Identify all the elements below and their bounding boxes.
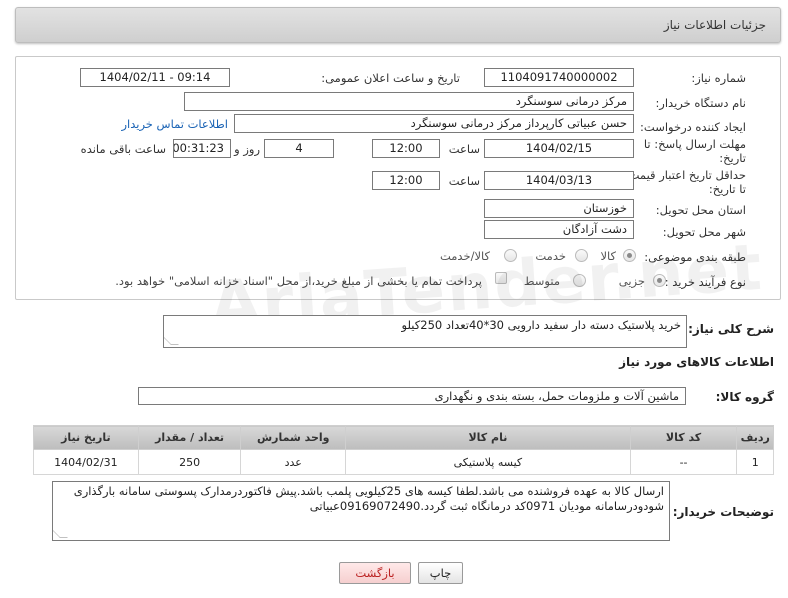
city-field[interactable]: دشت آزادگان: [484, 220, 634, 239]
col-name: نام کالا: [345, 425, 631, 450]
category-label: طبقه بندی موضوعی:: [644, 250, 746, 264]
print-button[interactable]: چاپ: [418, 562, 463, 584]
resize-handle-icon[interactable]: [164, 337, 179, 345]
creator-field[interactable]: حسن عبیاتی کارپرداز مرکز درمانی سوسنگرد: [234, 114, 634, 133]
validity-date-field[interactable]: 1404/03/13: [484, 171, 634, 190]
announce-label: تاریخ و ساعت اعلان عمومی:: [321, 71, 460, 85]
treasury-payment-checkbox[interactable]: [495, 272, 507, 284]
cell-row: 1: [736, 449, 774, 475]
validity-time-label: ساعت: [448, 174, 480, 188]
page-title: جزئیات اطلاعات نیاز: [663, 18, 766, 32]
buyer-notes-textarea[interactable]: ارسال کالا به عهده فروشنده می باشد.لطفا …: [52, 481, 670, 541]
col-code: کد کالا: [629, 425, 738, 450]
city-label: شهر محل تحویل:: [662, 225, 746, 239]
buyer-org-field[interactable]: مرکز درمانی سوسنگرد: [184, 92, 634, 111]
description-label: شرح کلی نیاز:: [688, 322, 774, 336]
category-option-service: خدمت: [535, 249, 566, 263]
goods-group-label: گروه کالا:: [715, 390, 774, 404]
goods-group-field[interactable]: ماشین آلات و ملزومات حمل، بسته بندی و نگ…: [138, 387, 686, 405]
process-radio-medium[interactable]: [573, 274, 586, 287]
buyer-contact-link[interactable]: اطلاعات تماس خریدار: [121, 117, 228, 131]
buyer-notes-label: توضیحات خریدار:: [672, 505, 774, 519]
process-radio-minor[interactable]: [653, 274, 666, 287]
province-label: استان محل تحویل:: [655, 203, 746, 217]
back-button[interactable]: بازگشت: [339, 562, 411, 584]
goods-section-title: اطلاعات کالاهای مورد نیاز: [619, 355, 774, 369]
treasury-payment-note: پرداخت تمام یا بخشی از مبلغ خرید،از محل …: [115, 274, 482, 288]
category-option-goods-service: کالا/خدمت: [439, 249, 490, 263]
category-radio-service[interactable]: [575, 249, 588, 262]
buyer-org-label: نام دستگاه خریدار:: [655, 96, 746, 110]
need-number-field[interactable]: 1104091740000002: [484, 68, 634, 87]
remaining-time-field[interactable]: 00:31:23: [173, 139, 231, 158]
need-number-label: شماره نیاز:: [691, 71, 746, 85]
cell-unit: عدد: [240, 449, 347, 475]
cell-code: --: [629, 449, 738, 475]
resize-handle-icon[interactable]: [53, 530, 68, 538]
category-radio-goods-service[interactable]: [504, 249, 517, 262]
days-remaining-field[interactable]: 4: [264, 139, 334, 158]
goods-table: ردیف کد کالا نام کالا واحد شمارش تعداد /…: [33, 425, 774, 475]
page-header: جزئیات اطلاعات نیاز: [15, 7, 781, 43]
province-field[interactable]: خوزستان: [484, 199, 634, 218]
col-unit: واحد شمارش: [240, 425, 347, 450]
category-radio-goods[interactable]: [623, 249, 636, 262]
announce-datetime-field[interactable]: 1404/02/11 - 09:14: [80, 68, 230, 87]
col-date: تاریخ نیاز: [33, 425, 139, 450]
deadline-label: مهلت ارسال پاسخ: تا: [643, 137, 746, 151]
process-option-minor: جزیی: [618, 274, 645, 288]
validity-label-date: تا تاریخ:: [708, 182, 746, 196]
validity-time-field[interactable]: 12:00: [372, 171, 440, 190]
table-row[interactable]: 1 -- کیسه پلاستیکی عدد 250 1404/02/31: [33, 449, 774, 475]
description-text: خرید پلاستیک دسته دار سفید دارویی 30*40ت…: [401, 318, 681, 332]
process-option-medium: متوسط: [523, 274, 560, 288]
deadline-label-date: تاریخ:: [719, 151, 746, 165]
remaining-time-label: ساعت باقی مانده: [80, 142, 166, 156]
col-qty: تعداد / مقدار: [137, 425, 242, 450]
cell-name: کیسه پلاستیکی: [345, 449, 631, 475]
deadline-time-label: ساعت: [448, 142, 480, 156]
creator-label: ایجاد کننده درخواست:: [640, 120, 746, 134]
deadline-time-field[interactable]: 12:00: [372, 139, 440, 158]
goods-table-header: ردیف کد کالا نام کالا واحد شمارش تعداد /…: [33, 425, 774, 450]
category-option-goods: کالا: [600, 249, 616, 263]
days-label: روز و: [234, 142, 260, 156]
col-row: ردیف: [736, 425, 774, 450]
process-label: نوع فرآیند خرید :: [664, 275, 746, 289]
cell-qty: 250: [137, 449, 242, 475]
validity-label: حداقل تاریخ اعتبار قیمت:: [624, 168, 746, 182]
cell-date: 1404/02/31: [33, 449, 139, 475]
buyer-notes-text: ارسال کالا به عهده فروشنده می باشد.لطفا …: [73, 484, 664, 513]
deadline-date-field[interactable]: 1404/02/15: [484, 139, 634, 158]
description-textarea[interactable]: خرید پلاستیک دسته دار سفید دارویی 30*40ت…: [163, 315, 687, 348]
